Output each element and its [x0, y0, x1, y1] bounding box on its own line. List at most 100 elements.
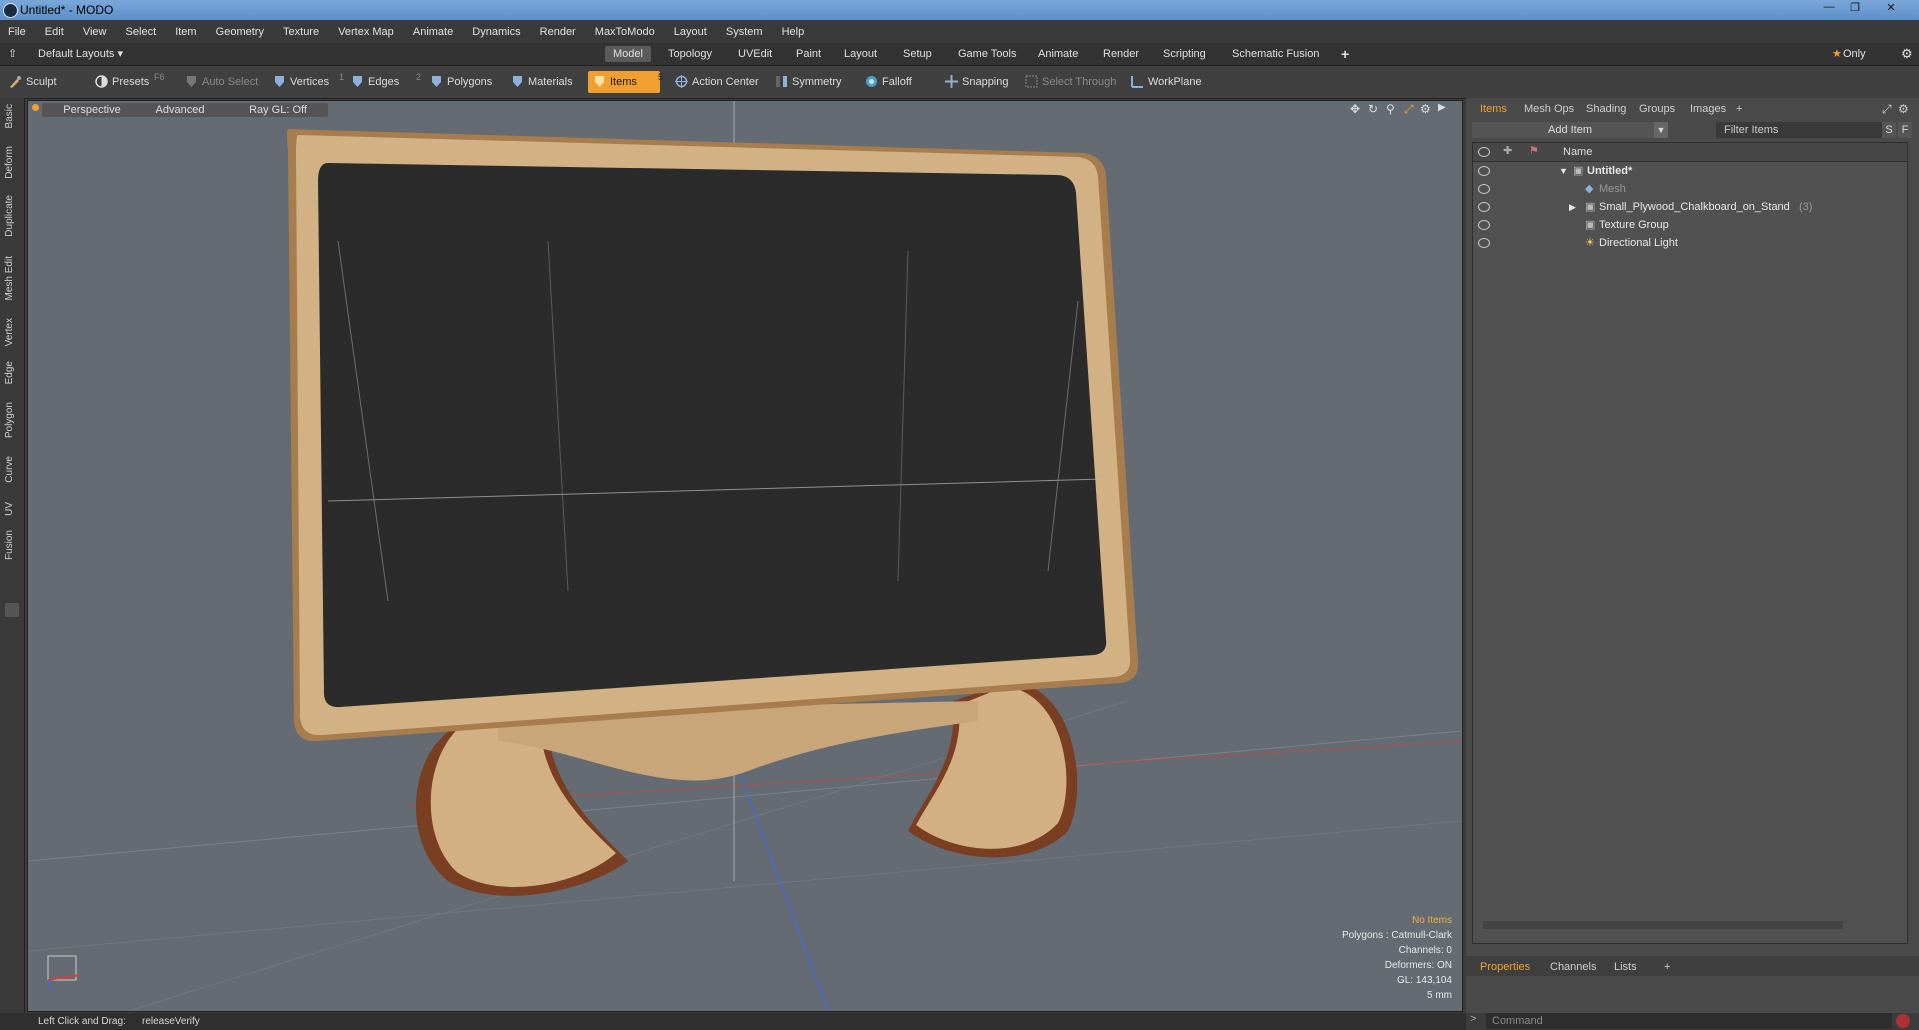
menu-edit[interactable]: Edit [37, 20, 72, 44]
visibility-eye-icon[interactable] [1478, 220, 1490, 230]
filter-s-button[interactable]: S [1882, 122, 1896, 138]
viewport-menu-arrow-icon[interactable]: ▶ [1438, 102, 1446, 113]
select-through-button[interactable]: Select Through [1020, 71, 1122, 93]
vertices-button[interactable]: Vertices [268, 71, 335, 93]
visibility-eye-icon[interactable] [1478, 202, 1490, 212]
presets-button[interactable]: Presets [90, 71, 155, 93]
items-button[interactable]: Items [588, 71, 660, 93]
tree-row-mesh[interactable]: ◆ Mesh [1473, 180, 1907, 198]
tab-groups[interactable]: Groups [1631, 101, 1683, 117]
menu-layout[interactable]: Layout [666, 20, 715, 44]
tab-model[interactable]: Model [605, 46, 651, 62]
falloff-button[interactable]: Falloff [860, 71, 918, 93]
expand-arrow-icon[interactable]: ▼ [1559, 162, 1568, 180]
tab-schematic-fusion[interactable]: Schematic Fusion [1224, 46, 1327, 62]
name-column-header[interactable]: Name [1563, 143, 1592, 161]
zoom-view-icon[interactable]: ⚲ [1386, 102, 1395, 116]
tab-mesh-ops[interactable]: Mesh Ops [1516, 101, 1582, 117]
tree-row-directional-light[interactable]: ☀ Directional Light [1473, 234, 1907, 252]
tab-basic[interactable]: Basic [4, 104, 15, 128]
tab-setup[interactable]: Setup [895, 46, 940, 62]
tab-images[interactable]: Images [1682, 101, 1734, 117]
menu-animate[interactable]: Animate [405, 20, 461, 44]
tab-animate[interactable]: Animate [1030, 46, 1086, 62]
gear-icon[interactable]: ⚙ [1893, 46, 1919, 62]
add-tab-icon[interactable]: + [1333, 46, 1357, 62]
menu-view[interactable]: View [75, 20, 115, 44]
snapping-button[interactable]: Snapping [940, 71, 1015, 93]
auto-select-button[interactable]: Auto Select [180, 71, 264, 93]
expand-arrow-icon[interactable]: ▶ [1569, 198, 1576, 216]
tab-paint[interactable]: Paint [788, 46, 829, 62]
tab-game-tools[interactable]: Game Tools [950, 46, 1025, 62]
tab-uvedit[interactable]: UVEdit [730, 46, 780, 62]
menu-help[interactable]: Help [774, 20, 813, 44]
action-center-button[interactable]: Action Center [670, 71, 765, 93]
menu-render[interactable]: Render [532, 20, 584, 44]
polygons-button[interactable]: Polygons [425, 71, 498, 93]
menu-system[interactable]: System [718, 20, 771, 44]
menu-file[interactable]: File [0, 20, 34, 44]
visibility-eye-icon[interactable] [1478, 166, 1490, 176]
sculpt-button[interactable]: Sculpt [4, 71, 63, 93]
tab-lists[interactable]: Lists [1606, 959, 1645, 975]
panel-gear-icon[interactable]: ⚙ [1890, 101, 1917, 117]
add-item-dropdown[interactable]: Add Item [1472, 122, 1668, 138]
tree-row-chalkboard[interactable]: ▶ ▣ Small_Plywood_Chalkboard_on_Stand (3… [1473, 198, 1907, 216]
menu-select[interactable]: Select [118, 20, 165, 44]
visibility-eye-icon[interactable] [1478, 184, 1490, 194]
command-record-icon[interactable] [1896, 1014, 1910, 1028]
filter-f-button[interactable]: F [1898, 122, 1912, 138]
tab-curve[interactable]: Curve [4, 456, 15, 483]
tab-render[interactable]: Render [1095, 46, 1147, 62]
tab-mesh-edit[interactable]: Mesh Edit [4, 256, 15, 300]
tab-polygon[interactable]: Polygon [4, 402, 15, 438]
default-layouts-dropdown[interactable]: Default Layouts ▾ [30, 46, 131, 62]
tab-duplicate[interactable]: Duplicate [4, 195, 15, 237]
menu-maxtomodo[interactable]: MaxToModo [587, 20, 663, 44]
close-icon[interactable]: ✕ [1880, 1, 1902, 17]
fit-view-icon[interactable]: ⤢ [1404, 102, 1414, 117]
tab-deform[interactable]: Deform [4, 146, 15, 179]
tab-properties[interactable]: Properties [1472, 959, 1538, 975]
tab-scripting[interactable]: Scripting [1155, 46, 1214, 62]
tab-layout[interactable]: Layout [836, 46, 885, 62]
materials-button[interactable]: Materials [506, 71, 579, 93]
perspective-button[interactable]: Perspective [42, 103, 142, 117]
only-toggle[interactable]: Only [1841, 46, 1874, 62]
tab-vertex[interactable]: Vertex [4, 318, 15, 346]
add-panel-tab-icon[interactable]: + [1728, 101, 1750, 117]
menu-item[interactable]: Item [167, 20, 204, 44]
move-view-icon[interactable]: ✥ [1350, 102, 1360, 116]
restore-icon[interactable]: ❐ [1844, 1, 1866, 17]
tree-hscrollbar[interactable] [1483, 921, 1843, 929]
tab-edge[interactable]: Edge [4, 361, 15, 384]
minimize-icon[interactable]: — [1818, 1, 1840, 17]
tab-uv[interactable]: UV [4, 502, 15, 516]
command-input[interactable]: Command [1486, 1013, 1892, 1029]
add-props-tab-icon[interactable]: + [1656, 959, 1678, 975]
tab-topology[interactable]: Topology [660, 46, 720, 62]
viewport-settings-icon[interactable]: ⚙ [1420, 102, 1431, 116]
filter-items-input[interactable]: Filter Items [1716, 122, 1884, 138]
workplane-button[interactable]: WorkPlane [1126, 71, 1208, 93]
menu-dynamics[interactable]: Dynamics [464, 20, 528, 44]
edges-button[interactable]: Edges [346, 71, 405, 93]
menu-vertex-map[interactable]: Vertex Map [330, 20, 402, 44]
tree-row-untitled[interactable]: ▼ ▣ Untitled* [1473, 162, 1907, 180]
ray-gl-button[interactable]: Ray GL: Off [228, 103, 328, 117]
add-item-dropdown-arrow-icon[interactable]: ▼ [1654, 122, 1668, 138]
3d-viewport[interactable]: Perspective Advanced Ray GL: Off ✥ ↻ ⚲ ⤢… [27, 100, 1463, 1012]
advanced-button[interactable]: Advanced [130, 103, 230, 117]
tab-shading[interactable]: Shading [1578, 101, 1634, 117]
tab-channels[interactable]: Channels [1542, 959, 1604, 975]
visibility-eye-icon[interactable] [1478, 238, 1490, 248]
menu-texture[interactable]: Texture [275, 20, 327, 44]
layout-up-icon[interactable]: ⇧ [6, 46, 25, 62]
tree-row-texture-group[interactable]: ▣ Texture Group [1473, 216, 1907, 234]
symmetry-button[interactable]: Symmetry [770, 71, 848, 93]
menu-geometry[interactable]: Geometry [208, 20, 272, 44]
rotate-view-icon[interactable]: ↻ [1368, 102, 1378, 116]
tab-fusion[interactable]: Fusion [4, 530, 15, 560]
expand-panel-icon[interactable] [5, 603, 19, 617]
